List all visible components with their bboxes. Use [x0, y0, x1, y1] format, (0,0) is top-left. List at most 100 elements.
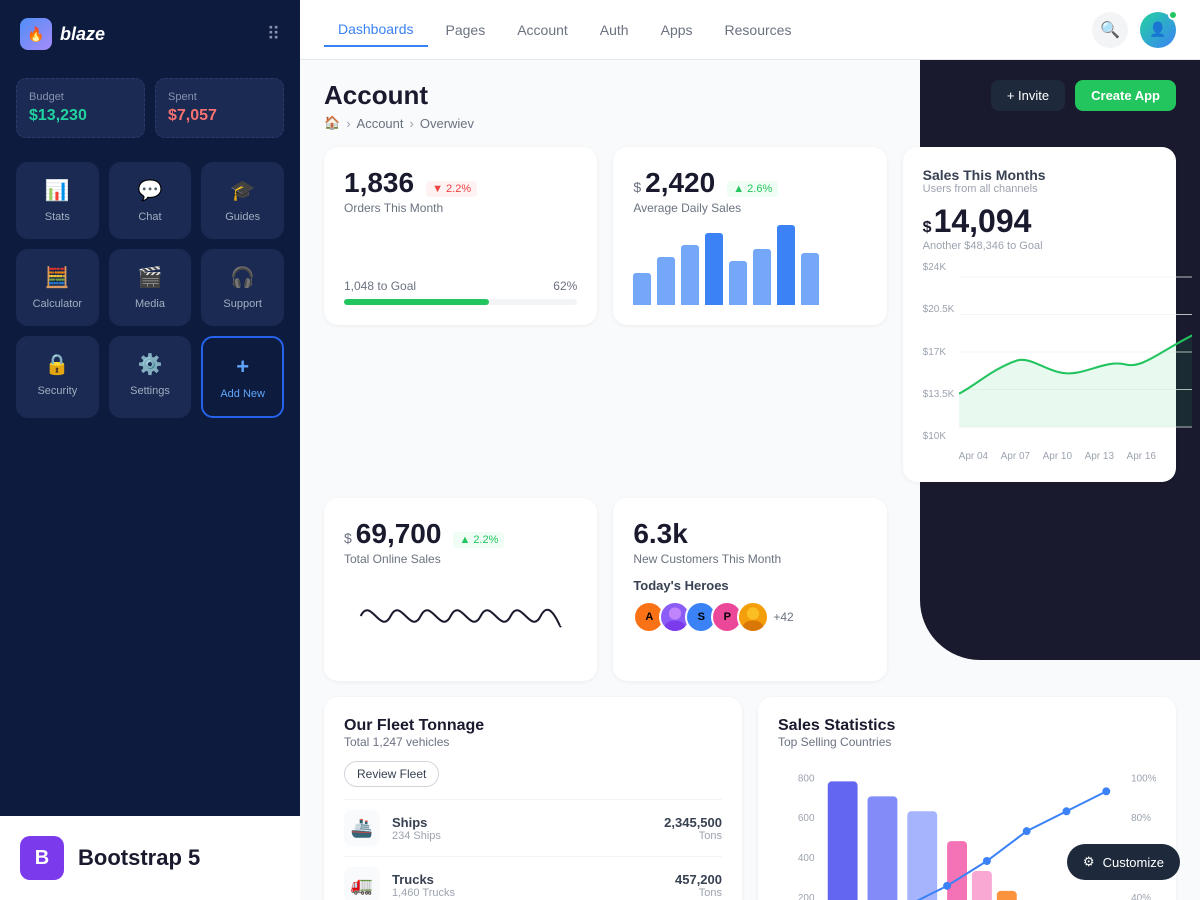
stats-label: Stats [45, 211, 70, 223]
sidebar-item-calculator[interactable]: 🧮 Calculator [16, 249, 99, 326]
spent-card: Spent $7,057 [155, 78, 284, 138]
svg-text:100%: 100% [1131, 773, 1156, 784]
guides-label: Guides [225, 211, 260, 223]
fleet-table: 🚢 Ships 234 Ships 2,345,500 Tons [344, 799, 722, 900]
logo-icon: 🔥 [20, 18, 52, 50]
user-avatar[interactable]: 👤 [1140, 12, 1176, 48]
customize-button[interactable]: ⚙ Customize [1067, 844, 1180, 880]
chat-label: Chat [138, 211, 161, 223]
ships-info: Ships 234 Ships [392, 815, 441, 842]
sales-big-value: 14,094 [934, 203, 1032, 240]
sidebar-item-security[interactable]: 🔒 Security [16, 336, 99, 418]
invite-button[interactable]: + Invite [991, 80, 1065, 111]
bar-chart [633, 225, 866, 305]
svg-text:200: 200 [798, 893, 815, 900]
settings-icon: ⚙️ [138, 352, 163, 377]
sidebar-item-add-new[interactable]: + Add New [201, 336, 284, 418]
sidebar-item-settings[interactable]: ⚙️ Settings [109, 336, 192, 418]
page-title-area: Account 🏠 › Account › Overwiev [324, 80, 474, 131]
budget-card: Budget $13,230 [16, 78, 145, 138]
daily-sales-card: $ 2,420 ▲ 2.6% Average Daily Sales [613, 147, 886, 325]
ships-value: 2,345,500 Tons [664, 815, 722, 842]
sidebar-header: 🔥 blaze ⠿ [0, 0, 300, 68]
customize-label: Customize [1103, 855, 1164, 870]
search-button[interactable]: 🔍 [1092, 12, 1128, 48]
sales-month-card: Sales This Months Users from all channel… [903, 147, 1176, 482]
review-fleet-button[interactable]: Review Fleet [344, 761, 439, 787]
guides-icon: 🎓 [230, 178, 255, 203]
bootstrap-icon: B [20, 836, 64, 880]
hero-avatars: A S P +42 [633, 601, 866, 633]
sidebar-item-support[interactable]: 🎧 Support [201, 249, 284, 326]
breadcrumb-home[interactable]: 🏠 [324, 115, 340, 131]
progress-text: 1,048 to Goal [344, 279, 416, 293]
fleet-title: Our Fleet Tonnage [344, 717, 722, 735]
new-customers-card: 6.3k New Customers This Month Today's He… [613, 498, 886, 681]
heroes-label: Today's Heroes [633, 578, 866, 593]
sales-stats-subtitle: Top Selling Countries [778, 735, 1156, 749]
new-customers-label: New Customers This Month [633, 552, 866, 566]
svg-text:40%: 40% [1131, 893, 1151, 900]
bar-5 [729, 261, 747, 305]
trucks-value: 457,200 Tons [675, 872, 722, 899]
fleet-row-ships: 🚢 Ships 234 Ships 2,345,500 Tons [344, 799, 722, 856]
new-customers-value: 6.3k [633, 518, 688, 549]
sidebar-item-chat[interactable]: 💬 Chat [109, 162, 192, 239]
spent-value: $7,057 [168, 107, 271, 125]
svg-text:600: 600 [798, 813, 815, 824]
fleet-row-trucks: 🚛 Trucks 1,460 Trucks 457,200 Tons [344, 856, 722, 900]
sales-prefix: $ [633, 179, 641, 195]
logo-text: blaze [60, 24, 105, 45]
content-inner: Account 🏠 › Account › Overwiev + Invite … [324, 80, 1176, 900]
topnav-right: 🔍 👤 [1092, 12, 1176, 48]
bar-2 [657, 257, 675, 305]
tab-account[interactable]: Account [503, 14, 582, 46]
sidebar-menu-icon[interactable]: ⠿ [267, 24, 280, 45]
fleet-section: Our Fleet Tonnage Total 1,247 vehicles R… [324, 697, 742, 900]
calculator-label: Calculator [33, 298, 83, 310]
trucks-sub: 1,460 Trucks [392, 887, 455, 899]
daily-sales-label: Average Daily Sales [633, 201, 866, 215]
online-sales-change: ▲ 2.2% [453, 532, 504, 548]
tab-apps[interactable]: Apps [647, 14, 707, 46]
budget-value: $13,230 [29, 107, 132, 125]
x-axis-labels: Apr 04 Apr 07 Apr 10 Apr 13 Apr 16 [959, 451, 1156, 462]
main: Dashboards Pages Account Auth Apps Resou… [300, 0, 1200, 900]
bar-4 [705, 233, 723, 305]
tab-auth[interactable]: Auth [586, 14, 643, 46]
budget-cards: Budget $13,230 Spent $7,057 [0, 68, 300, 154]
chat-icon: 💬 [138, 178, 163, 203]
sidebar-item-stats[interactable]: 📊 Stats [16, 162, 99, 239]
calculator-icon: 🧮 [45, 265, 70, 290]
trucks-info: Trucks 1,460 Trucks [392, 872, 455, 899]
sales-big-prefix: $ [923, 219, 932, 237]
progress-percent: 62% [553, 279, 577, 293]
sales-month-title: Sales This Months [923, 167, 1156, 183]
sidebar-item-guides[interactable]: 🎓 Guides [201, 162, 284, 239]
ships-name: Ships [392, 815, 441, 830]
sidebar: 🔥 blaze ⠿ Budget $13,230 Spent $7,057 📊 … [0, 0, 300, 900]
svg-text:80%: 80% [1131, 813, 1151, 824]
grid-nav: 📊 Stats 💬 Chat 🎓 Guides 🧮 Calculator 🎬 M… [0, 154, 300, 426]
progress-section: 1,048 to Goal 62% [344, 279, 577, 305]
breadcrumb-account[interactable]: Account [357, 116, 404, 131]
orders-value: 1,836 [344, 167, 414, 199]
online-sales-prefix: $ [344, 530, 352, 546]
breadcrumb-current: Overwiev [420, 116, 474, 131]
trucks-icon: 🚛 [344, 867, 380, 900]
header-actions: + Invite Create App [991, 80, 1176, 111]
tab-pages[interactable]: Pages [432, 14, 500, 46]
page-title: Account [324, 80, 474, 111]
orders-change: ▼ 2.2% [426, 181, 477, 197]
create-app-button[interactable]: Create App [1075, 80, 1176, 111]
tab-dashboards[interactable]: Dashboards [324, 13, 428, 47]
orders-label: Orders This Month [344, 201, 577, 215]
hero-count: +42 [773, 610, 793, 624]
bar-7 [777, 225, 795, 305]
sidebar-item-media[interactable]: 🎬 Media [109, 249, 192, 326]
tab-resources[interactable]: Resources [711, 14, 806, 46]
user-online-badge [1168, 10, 1178, 20]
heroes-section: Today's Heroes A S P +42 [633, 578, 866, 633]
customize-icon: ⚙ [1083, 854, 1095, 870]
page-header: Account 🏠 › Account › Overwiev + Invite … [324, 80, 1176, 131]
